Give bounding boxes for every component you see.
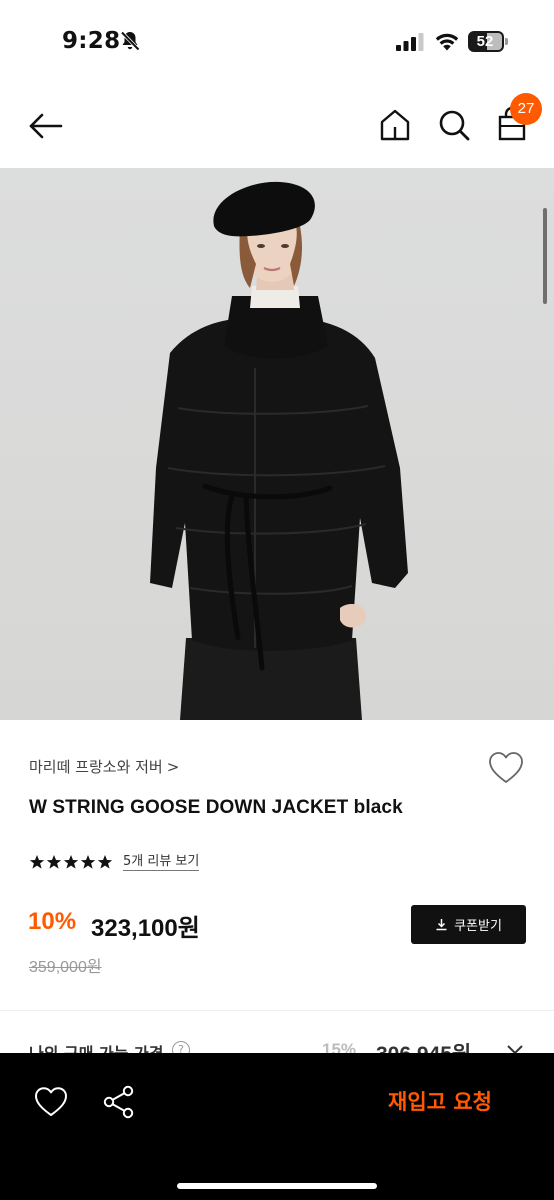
home-indicator	[177, 1183, 377, 1189]
bottom-action-bar: 재입고 요청	[0, 1053, 554, 1200]
section-divider	[0, 1010, 554, 1011]
coupon-label: 쿠폰받기	[454, 919, 502, 934]
review-link[interactable]: 5개 리뷰 보기	[123, 853, 200, 871]
heart-icon[interactable]	[33, 1085, 69, 1119]
brand-name: 마리떼 프랑소와 저버	[29, 758, 163, 776]
product-title: W STRING GOOSE DOWN JACKET black	[29, 797, 403, 818]
top-nav	[0, 84, 554, 168]
home-icon[interactable]	[378, 108, 412, 142]
star-icon	[97, 855, 113, 869]
signal-icon	[396, 33, 424, 51]
wifi-icon	[435, 33, 459, 51]
battery-icon: 52	[468, 31, 508, 52]
search-icon[interactable]	[437, 108, 471, 142]
star-icon	[63, 855, 79, 869]
brand-link[interactable]: 마리떼 프랑소와 저버 >	[29, 756, 179, 777]
battery-level: 52	[476, 33, 494, 50]
status-time: 9:28	[62, 28, 121, 54]
rating: 5개 리뷰 보기	[29, 853, 200, 871]
sale-price: 323,100원	[91, 915, 200, 942]
star-icon	[29, 855, 45, 869]
image-scrollbar[interactable]	[543, 208, 547, 304]
cart-count-badge: 27	[510, 93, 542, 125]
discount-rate: 10%	[28, 908, 77, 935]
download-icon	[436, 919, 447, 931]
heart-icon[interactable]	[487, 750, 525, 786]
share-icon[interactable]	[102, 1084, 136, 1120]
star-rating	[29, 854, 113, 870]
coupon-download-button[interactable]: 쿠폰받기	[411, 905, 526, 944]
restock-request-button[interactable]: 재입고 요청	[370, 1081, 510, 1121]
product-photo	[150, 181, 408, 720]
star-icon	[46, 855, 62, 869]
product-image[interactable]	[0, 168, 554, 720]
original-price: 359,000원	[29, 959, 102, 976]
back-arrow-icon[interactable]	[26, 106, 66, 146]
bell-slash-icon	[120, 31, 140, 51]
chevron-right-icon: >	[166, 757, 180, 776]
star-icon	[80, 855, 96, 869]
status-bar: 9:28 52	[0, 0, 554, 84]
